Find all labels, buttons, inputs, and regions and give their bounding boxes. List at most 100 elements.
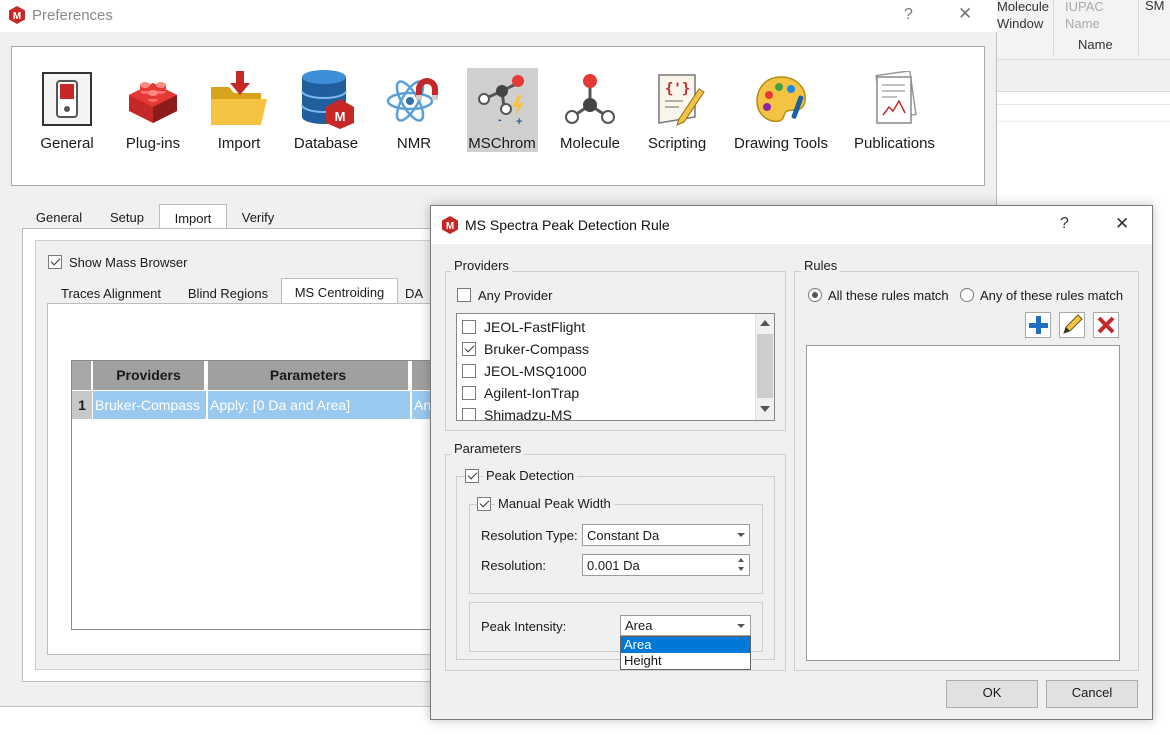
plus-icon	[1029, 316, 1048, 334]
tab-verify[interactable]: Verify	[228, 204, 288, 228]
resolution-type-label: Resolution Type:	[481, 528, 578, 543]
any-rules-match-radio[interactable]	[960, 288, 974, 302]
tab-general[interactable]: General	[28, 204, 90, 228]
peak-intensity-dropdown-list[interactable]: Area Height	[620, 636, 751, 670]
manual-peak-width-checkbox[interactable]	[477, 497, 491, 511]
table-header-parameters[interactable]: Parameters	[208, 361, 410, 390]
resolution-spinbox[interactable]: 0.001 Da	[582, 554, 750, 576]
provider-checkbox[interactable]	[462, 408, 476, 420]
resolution-value: 0.001 Da	[587, 558, 640, 573]
molecule-icon	[565, 74, 615, 124]
provider-label: Agilent-IonTrap	[484, 385, 580, 401]
subtab-traces-alignment[interactable]: Traces Alignment	[52, 280, 170, 304]
dialog-close-button[interactable]: ✕	[1115, 214, 1129, 234]
category-molecule[interactable]: Molecule	[550, 69, 630, 159]
row-provider-cell[interactable]: Bruker-Compass	[93, 391, 206, 419]
add-rule-button[interactable]	[1025, 312, 1051, 338]
all-rules-match-label: All these rules match	[828, 288, 949, 303]
pencil-icon	[1063, 314, 1083, 334]
provider-label: JEOL-MSQ1000	[484, 363, 587, 379]
dialog-help-button[interactable]: ?	[1060, 215, 1069, 233]
provider-label: JEOL-FastFlight	[484, 319, 586, 335]
providers-list[interactable]: JEOL-FastFlight Bruker-Compass JEOL-MSQ1…	[456, 313, 775, 421]
palette-icon	[756, 76, 806, 123]
category-publications[interactable]: Publications	[847, 69, 942, 159]
scroll-down-arrow-icon[interactable]	[760, 406, 770, 412]
spin-up-icon[interactable]	[738, 558, 744, 562]
help-button[interactable]: ?	[904, 6, 913, 24]
peak-detection-label: Peak Detection	[483, 468, 578, 483]
tab-import[interactable]: Import	[159, 204, 227, 230]
category-nmr[interactable]: NMR	[374, 69, 454, 159]
spin-down-icon[interactable]	[738, 567, 744, 571]
category-database[interactable]: M Database	[286, 69, 366, 159]
show-mass-browser-checkbox[interactable]	[48, 255, 62, 269]
provider-label: Bruker-Compass	[484, 341, 590, 357]
dropdown-option-area[interactable]: Area	[621, 637, 750, 653]
category-label: MSChrom	[468, 135, 536, 152]
delete-rule-button[interactable]	[1093, 312, 1119, 338]
peak-detection-checkbox[interactable]	[465, 469, 479, 483]
publications-icon	[875, 71, 917, 124]
chevron-down-icon	[737, 533, 745, 537]
background-toolbar	[995, 60, 1170, 92]
column-divider	[1053, 0, 1054, 55]
resolution-type-select[interactable]: Constant Da	[582, 524, 750, 546]
dialog-title-bar: M MS Spectra Peak Detection Rule ? ✕	[431, 206, 1152, 244]
rules-group-label: Rules	[801, 258, 841, 273]
row-number: 1	[72, 391, 92, 419]
category-drawing-tools[interactable]: Drawing Tools	[726, 69, 836, 159]
svg-text:M: M	[446, 221, 454, 232]
table-corner	[72, 361, 92, 390]
category-general[interactable]: General	[27, 69, 107, 159]
provider-item[interactable]: JEOL-FastFlight	[457, 316, 755, 338]
script-scroll-icon: {'}	[658, 74, 705, 126]
provider-item[interactable]: Agilent-IonTrap	[457, 382, 755, 404]
manual-peak-width-label: Manual Peak Width	[495, 496, 614, 511]
manual-peak-width-group	[469, 504, 763, 594]
preferences-title-bar: M Preferences ? ✕	[0, 0, 997, 32]
provider-checkbox[interactable]	[462, 320, 476, 334]
provider-checkbox[interactable]	[462, 364, 476, 378]
column-header-molecule-window[interactable]: Molecule Window	[997, 0, 1053, 32]
svg-text:+: +	[516, 116, 522, 127]
tab-setup[interactable]: Setup	[96, 204, 158, 228]
scroll-up-arrow-icon[interactable]	[760, 320, 770, 326]
background-row-line	[995, 104, 1170, 105]
category-label: Import	[217, 135, 261, 152]
close-button[interactable]: ✕	[958, 4, 972, 24]
category-plug-ins[interactable]: Plug-ins	[113, 69, 193, 159]
category-label: Database	[293, 135, 359, 152]
provider-item[interactable]: JEOL-MSQ1000	[457, 360, 755, 382]
provider-item[interactable]: Bruker-Compass	[457, 338, 755, 360]
providers-scrollbar[interactable]	[755, 314, 774, 420]
all-rules-match-radio[interactable]	[808, 288, 822, 302]
subtab-ms-centroiding[interactable]: MS Centroiding	[281, 278, 398, 304]
table-header-providers[interactable]: Providers	[93, 361, 206, 390]
any-provider-checkbox[interactable]	[457, 288, 471, 302]
app-logo-icon: M	[9, 6, 25, 24]
category-label: Publications	[854, 135, 935, 152]
app-logo-icon: M	[442, 216, 458, 234]
table-row[interactable]: 1 Bruker-Compass Apply: [0 Da and Area] …	[72, 391, 447, 419]
provider-checkbox[interactable]	[462, 342, 476, 356]
provider-item[interactable]: Shimadzu-MS	[457, 404, 755, 421]
peak-intensity-select[interactable]: Area	[620, 615, 751, 636]
column-header-iupac-name[interactable]: IUPAC Name	[1065, 0, 1120, 32]
category-scripting[interactable]: {'} Scripting	[637, 69, 717, 159]
rules-list[interactable]	[806, 345, 1120, 661]
row-parameters-cell[interactable]: Apply: [0 Da and Area]	[208, 391, 410, 419]
dropdown-option-height[interactable]: Height	[621, 653, 750, 669]
ok-button[interactable]: OK	[946, 680, 1038, 708]
category-import[interactable]: Import	[199, 69, 279, 159]
svg-text:M: M	[335, 109, 346, 124]
provider-checkbox[interactable]	[462, 386, 476, 400]
subtab-blind-regions[interactable]: Blind Regions	[178, 280, 278, 304]
edit-rule-button[interactable]	[1059, 312, 1085, 338]
column-header-sm[interactable]: SM	[1145, 0, 1165, 13]
category-mschrom[interactable]: + - MSChrom	[462, 69, 542, 159]
scrollbar-thumb[interactable]	[757, 334, 773, 398]
cancel-button[interactable]: Cancel	[1046, 680, 1138, 708]
show-mass-browser-label: Show Mass Browser	[69, 255, 188, 270]
provider-label: Shimadzu-MS	[484, 407, 572, 421]
